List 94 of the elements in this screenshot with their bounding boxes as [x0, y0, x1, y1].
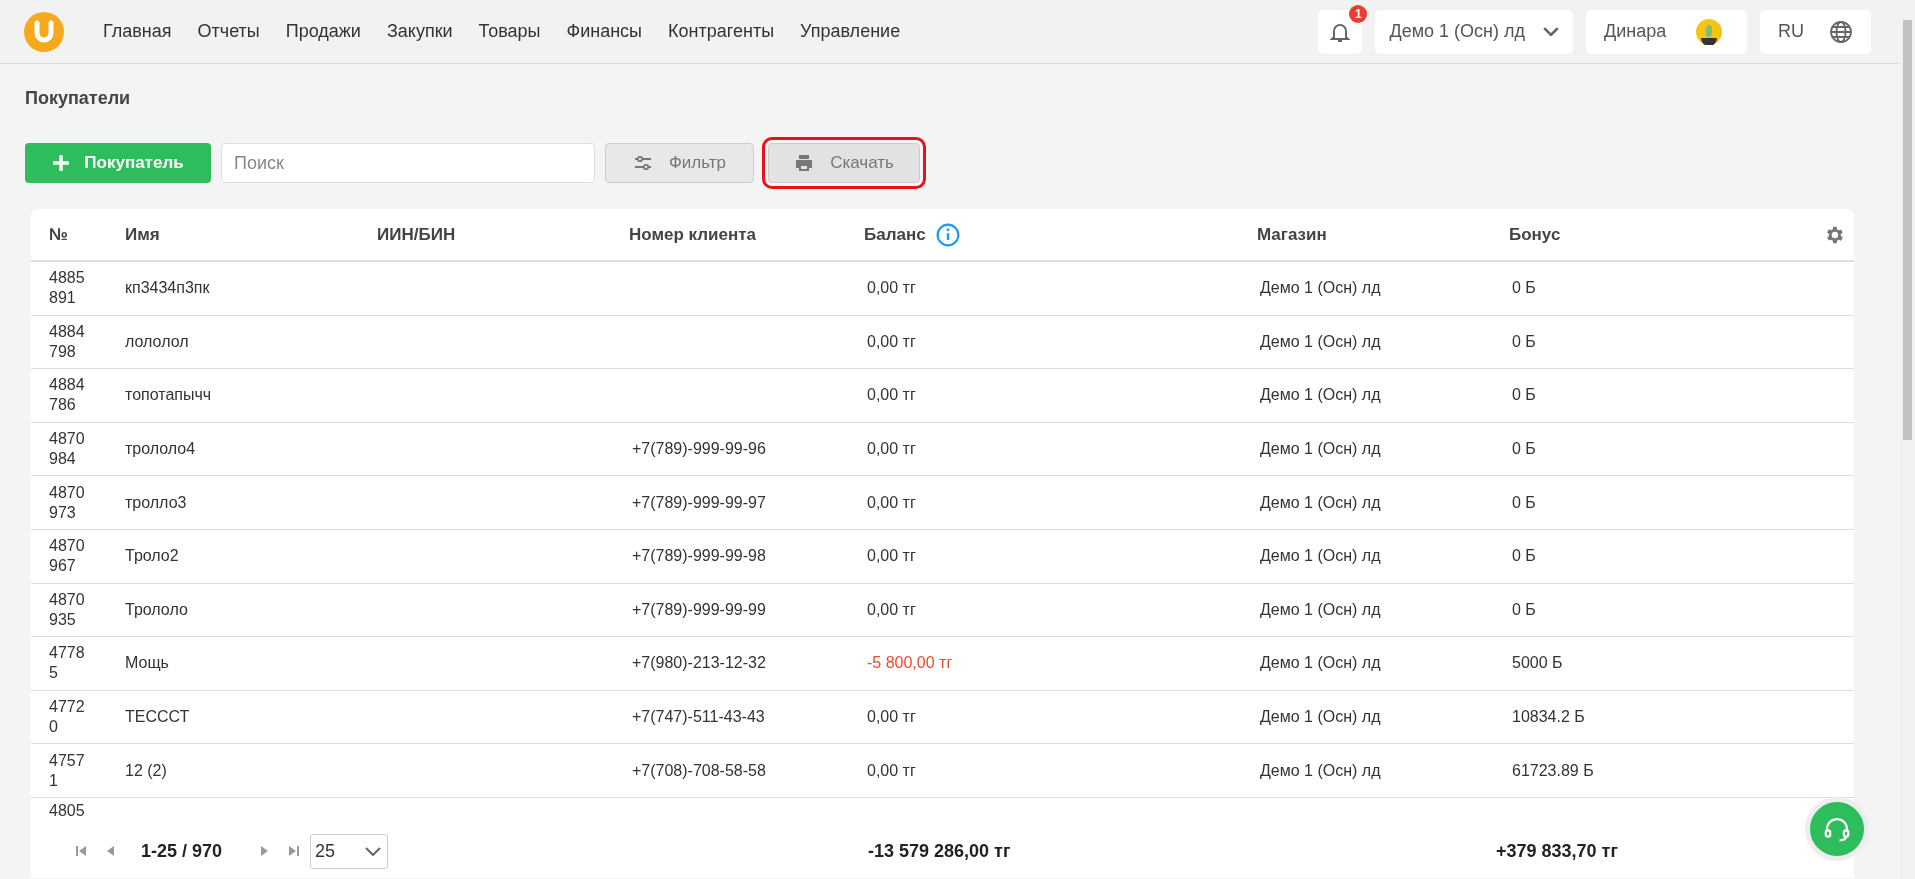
- table-cell-text: 4805: [49, 800, 86, 821]
- column-header: Баланс: [864, 224, 926, 245]
- table-cell: 0,00 тг: [867, 761, 916, 779]
- table-cell-text: 4884798: [49, 321, 86, 362]
- table-cell: Демо 1 (Осн) лд: [1260, 654, 1381, 672]
- table-cell: +7(747)-511-43-43: [632, 708, 765, 726]
- table-cell: Мощь: [125, 654, 169, 672]
- search-field[interactable]: Поиск: [221, 143, 595, 183]
- language-select[interactable]: RU: [1760, 9, 1871, 54]
- table-cell: 0,00 тг: [867, 332, 916, 350]
- table-cell: 61723.89 Б: [1512, 761, 1594, 779]
- column-header: Бонус: [1509, 224, 1561, 245]
- plus-icon: [52, 154, 71, 172]
- table-cell: топотапычч: [125, 386, 212, 404]
- table-cell: 0 Б: [1512, 493, 1536, 511]
- table-cell: лололол: [125, 332, 189, 350]
- table-cell-text: 4885891: [49, 268, 86, 309]
- chevron-down-icon: [365, 846, 382, 856]
- table-cell: +7(708)-708-58-58: [632, 761, 766, 779]
- info-icon[interactable]: [935, 222, 960, 247]
- page-range: 1-25 / 970: [141, 840, 223, 862]
- table-cell: -5 800,00 тг: [867, 654, 953, 672]
- table-cell: Трололо: [125, 600, 188, 618]
- table-cell: Демо 1 (Осн) лд: [1260, 761, 1381, 779]
- filter-button[interactable]: Фильтр: [605, 143, 754, 183]
- balance-total: -13 579 286,00 тг: [868, 840, 1011, 862]
- table-cell-text: 47785: [49, 643, 86, 684]
- table-cell: +7(789)-999-99-98: [632, 547, 766, 565]
- table-cell: +7(980)-213-12-32: [632, 654, 766, 672]
- printer-icon: [794, 153, 815, 173]
- table-cell-text: 4870967: [49, 536, 86, 577]
- table-cell: Демо 1 (Осн) лд: [1260, 547, 1381, 565]
- table-cell-text: 4870973: [49, 482, 86, 523]
- chevron-down-icon: [1543, 27, 1559, 36]
- nav-link[interactable]: Управление: [800, 21, 901, 42]
- table-cell: Троло2: [125, 547, 179, 565]
- table-cell-text: 4884786: [49, 375, 86, 416]
- avatar-icon: [1696, 18, 1723, 45]
- store-select[interactable]: Демо 1 (Осн) лд: [1375, 9, 1573, 54]
- table-cell-text: 4870935: [49, 589, 86, 630]
- column-header: ИИН/БИН: [377, 224, 456, 245]
- table-cell: Демо 1 (Осн) лд: [1260, 386, 1381, 404]
- bonus-total: +379 833,70 тг: [1496, 840, 1618, 862]
- table-cell: 10834.2 Б: [1512, 708, 1585, 726]
- table-cell-text: 47720: [49, 697, 86, 738]
- table-cell: 0 Б: [1512, 386, 1536, 404]
- table-cell: +7(789)-999-99-97: [632, 493, 766, 511]
- table-cell: +7(789)-999-99-99: [632, 600, 766, 618]
- user-menu[interactable]: Динара: [1586, 9, 1747, 54]
- table-cell: 0,00 тг: [867, 493, 916, 511]
- table-cell: Демо 1 (Осн) лд: [1260, 440, 1381, 458]
- table-cell: 0 Б: [1512, 332, 1536, 350]
- table-cell: 0,00 тг: [867, 279, 916, 297]
- table-cell-text: 47571: [49, 750, 86, 791]
- column-header: Магазин: [1257, 224, 1327, 245]
- table-cell: +7(789)-999-99-96: [632, 440, 766, 458]
- nav-link[interactable]: Товары: [478, 21, 541, 42]
- column-header: №: [49, 224, 68, 245]
- table-cell: 0,00 тг: [867, 547, 916, 565]
- sliders-icon: [632, 153, 653, 173]
- nav-link[interactable]: Продажи: [285, 21, 361, 42]
- table-cell: 0 Б: [1512, 279, 1536, 297]
- first-page-icon[interactable]: [73, 843, 89, 859]
- nav-link[interactable]: Главная: [103, 21, 172, 42]
- table-cell: 0 Б: [1512, 440, 1536, 458]
- table-cell: 0 Б: [1512, 547, 1536, 565]
- table-cell: 0,00 тг: [867, 440, 916, 458]
- table-cell: Демо 1 (Осн) лд: [1260, 600, 1381, 618]
- nav-link[interactable]: Финансы: [566, 21, 643, 42]
- table-cell: Демо 1 (Осн) лд: [1260, 279, 1381, 297]
- table-cell: трололо4: [125, 440, 196, 458]
- logo-icon[interactable]: [24, 11, 64, 52]
- table-cell: 12 (2): [125, 761, 167, 779]
- page-size-select[interactable]: 25: [310, 833, 389, 869]
- table-cell: Демо 1 (Осн) лд: [1260, 708, 1381, 726]
- table-cell: Демо 1 (Осн) лд: [1260, 493, 1381, 511]
- column-header: Имя: [125, 224, 160, 245]
- nav-link[interactable]: Закупки: [386, 21, 453, 42]
- column-header: Номер клиента: [629, 224, 757, 245]
- table-cell: 0,00 тг: [867, 386, 916, 404]
- globe-icon: [1829, 19, 1853, 44]
- table-cell: 0,00 тг: [867, 600, 916, 618]
- nav-link[interactable]: Контрагенты: [668, 21, 775, 42]
- table-cell: кп3434п3пк: [125, 279, 210, 297]
- table-cell: 0 Б: [1512, 600, 1536, 618]
- table-cell: ТЕСССТ: [125, 708, 190, 726]
- table-cell-text: 4870984: [49, 429, 86, 470]
- table-cell: 5000 Б: [1512, 654, 1563, 672]
- table-cell: тролло3: [125, 493, 187, 511]
- page-title: Покупатели: [25, 88, 132, 110]
- table-cell: 0,00 тг: [867, 708, 916, 726]
- nav-link[interactable]: Отчеты: [197, 21, 260, 42]
- notification-badge: 1: [1349, 4, 1368, 23]
- table-cell: Демо 1 (Осн) лд: [1260, 332, 1381, 350]
